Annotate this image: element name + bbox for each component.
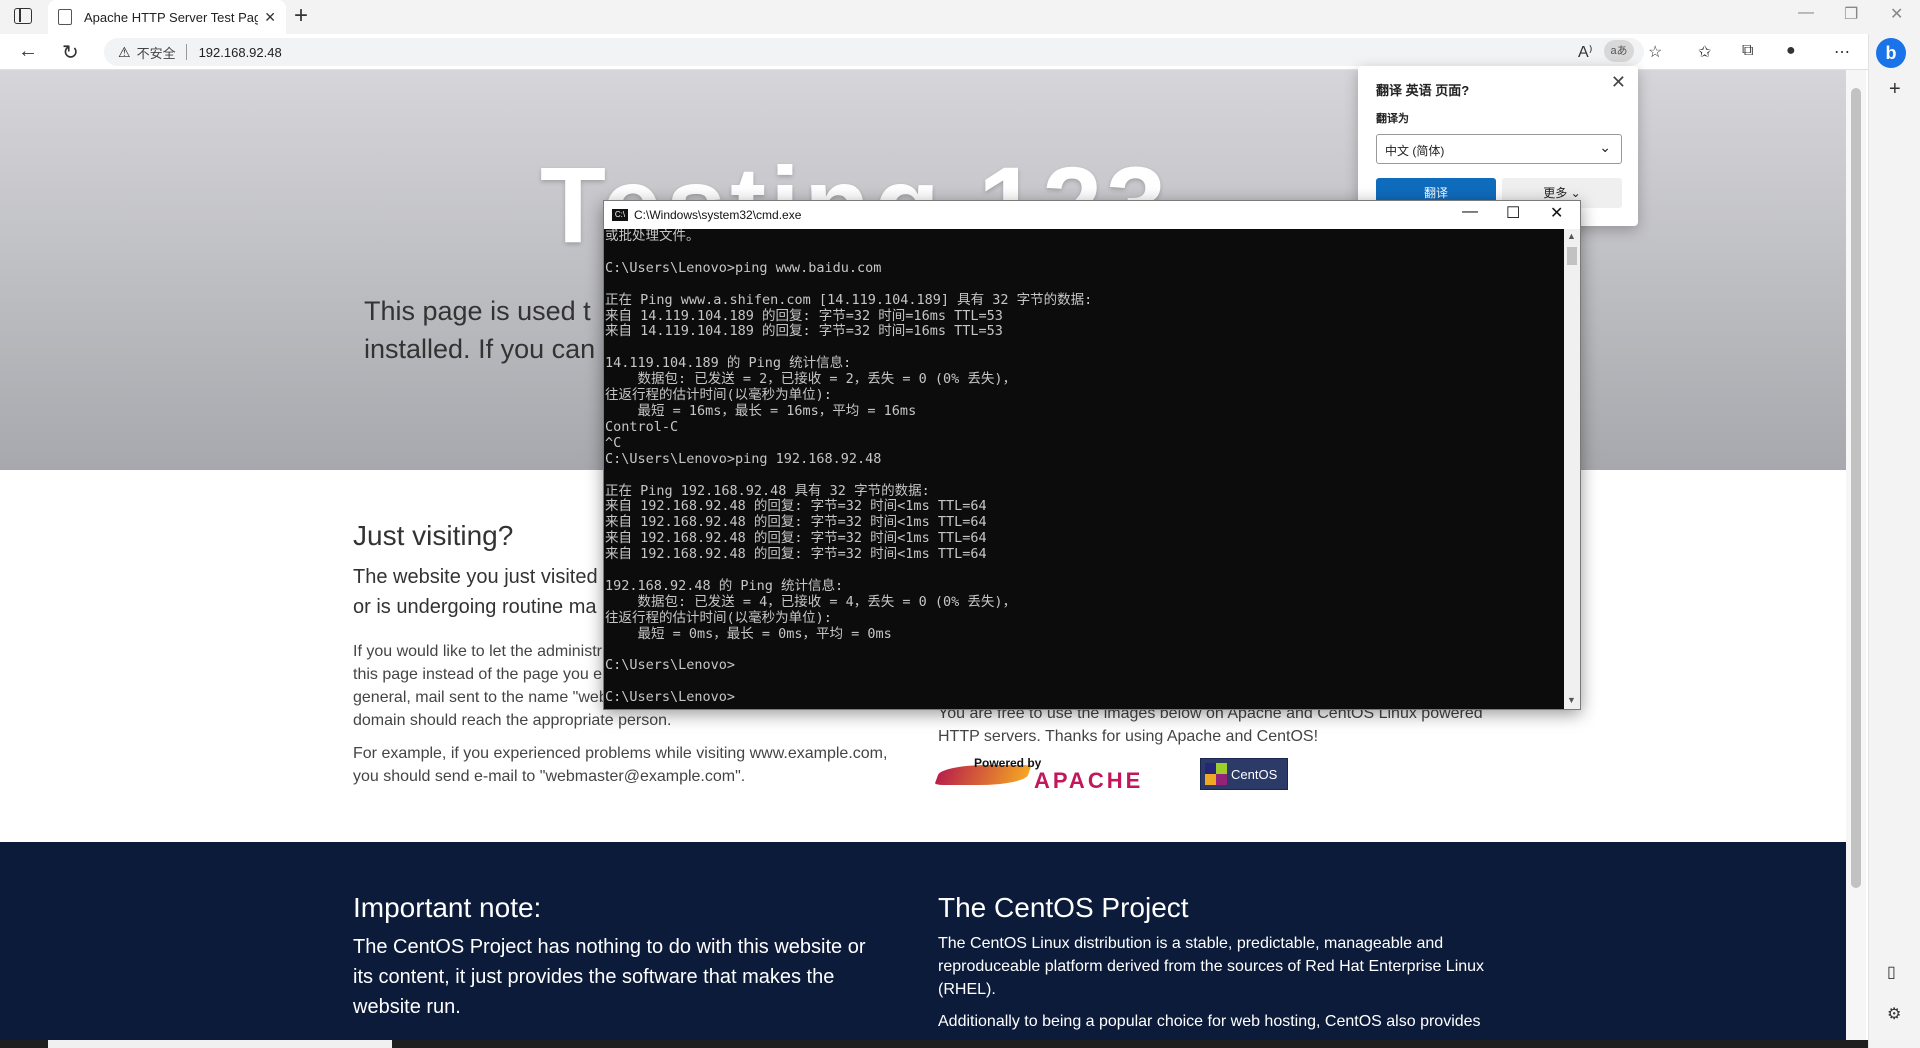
restore-icon[interactable]: ❐ [1844,4,1858,24]
centos-logo-text: CentOS [1231,766,1278,782]
just-visiting-lead: The website you just visited or is under… [353,566,598,618]
powered-by-text: Powered by [974,756,1042,770]
cmd-scroll-thumb[interactable] [1567,247,1577,265]
cmd-minimize-icon[interactable]: — [1462,203,1478,221]
close-window-icon[interactable]: ✕ [1890,4,1903,24]
url-text[interactable]: 192.168.92.48 [199,45,282,60]
cmd-maximize-icon[interactable]: ☐ [1506,203,1520,223]
security-status[interactable]: 不安全 [137,43,176,62]
settings-gear-icon[interactable]: ⚙ [1887,1004,1901,1024]
important-note-text: The CentOS Project has nothing to do wit… [353,936,866,1018]
important-note-heading: Important note: [353,892,542,923]
cmd-window[interactable]: C:\ C:\Windows\system32\cmd.exe — ☐ ✕ 或批… [603,200,1581,710]
favorites-icon[interactable]: ✩ [1698,42,1711,62]
edge-sidebar: + ▯ ⚙ [1868,34,1920,1048]
scroll-thumb[interactable] [1851,88,1861,888]
centos-project-heading: The CentOS Project [938,892,1189,923]
page-icon [58,9,72,25]
tab-label: Apache HTTP Server Test Page p [84,9,259,25]
translate-icon[interactable]: aあ [1604,40,1634,62]
sidebar-toggle-icon[interactable]: ▯ [1887,962,1896,982]
tab-actions-icon[interactable] [14,8,32,24]
page-scrollbar[interactable] [1846,70,1866,1048]
language-selected: 中文 (简体) [1385,144,1445,158]
footer-section [0,842,1846,1048]
translate-popup-title: 翻译 英语 页面? [1376,83,1470,98]
minimize-icon[interactable]: — [1798,4,1814,22]
chevron-down-icon: ⌄ [1599,139,1611,155]
cmd-icon: C:\ [612,209,628,221]
tab-apache-test-page[interactable]: Apache HTTP Server Test Page p ✕ [48,0,286,34]
tab-bar: Apache HTTP Server Test Page p ✕ + — ❐ ✕ [0,0,1920,34]
close-tab-icon[interactable]: ✕ [264,9,276,26]
close-icon[interactable]: ✕ [1611,72,1626,93]
read-aloud-icon[interactable]: A⁾ [1578,42,1593,62]
back-icon[interactable]: ← [18,40,38,63]
add-icon[interactable]: + [1889,78,1901,101]
divider [185,44,187,60]
cmd-title-bar[interactable]: C:\ C:\Windows\system32\cmd.exe [604,201,1580,229]
centos-project-paragraph: The CentOS Linux distribution is a stabl… [938,935,1485,998]
more-label: 更多 [1543,186,1568,200]
translate-to-label: 翻译为 [1376,113,1409,125]
scroll-down-icon[interactable]: ▼ [1567,695,1576,705]
cmd-output[interactable]: 或批处理文件。 C:\Users\Lenovo>ping www.baidu.c… [604,229,1564,709]
just-visiting-heading: Just visiting? [353,520,514,551]
url-bar[interactable]: ⚠ 不安全 192.168.92.48 [104,38,1644,66]
cmd-title: C:\Windows\system32\cmd.exe [634,208,802,222]
language-select[interactable]: 中文 (简体) ⌄ [1376,134,1622,164]
centos-additional-paragraph: Additionally to being a popular choice f… [938,1013,1481,1030]
scroll-up-icon[interactable]: ▲ [1567,231,1576,241]
cmd-scrollbar[interactable]: ▲ ▼ [1564,229,1580,709]
refresh-icon[interactable]: ↻ [62,40,79,65]
cmd-close-icon[interactable]: ✕ [1550,203,1563,223]
collections-icon[interactable]: ⧉ [1742,42,1753,60]
warning-icon: ⚠ [118,43,131,60]
more-options-icon[interactable]: ⋯ [1834,42,1850,62]
bing-copilot-icon[interactable]: b [1876,38,1906,68]
apache-powered-logo[interactable]: Powered by APACHE [934,756,1190,793]
example-paragraph: For example, if you experienced problems… [353,745,888,785]
taskbar-item[interactable] [48,1040,392,1048]
profile-icon[interactable]: ● [1786,42,1796,60]
centos-powered-logo[interactable]: CentOS [1200,758,1288,790]
apache-text: APACHE [1034,768,1144,793]
add-favorite-icon[interactable]: ☆ [1648,42,1662,62]
new-tab-icon[interactable]: + [294,2,308,30]
centos-emblem-icon [1205,763,1227,785]
taskbar-strip [0,1040,1868,1048]
